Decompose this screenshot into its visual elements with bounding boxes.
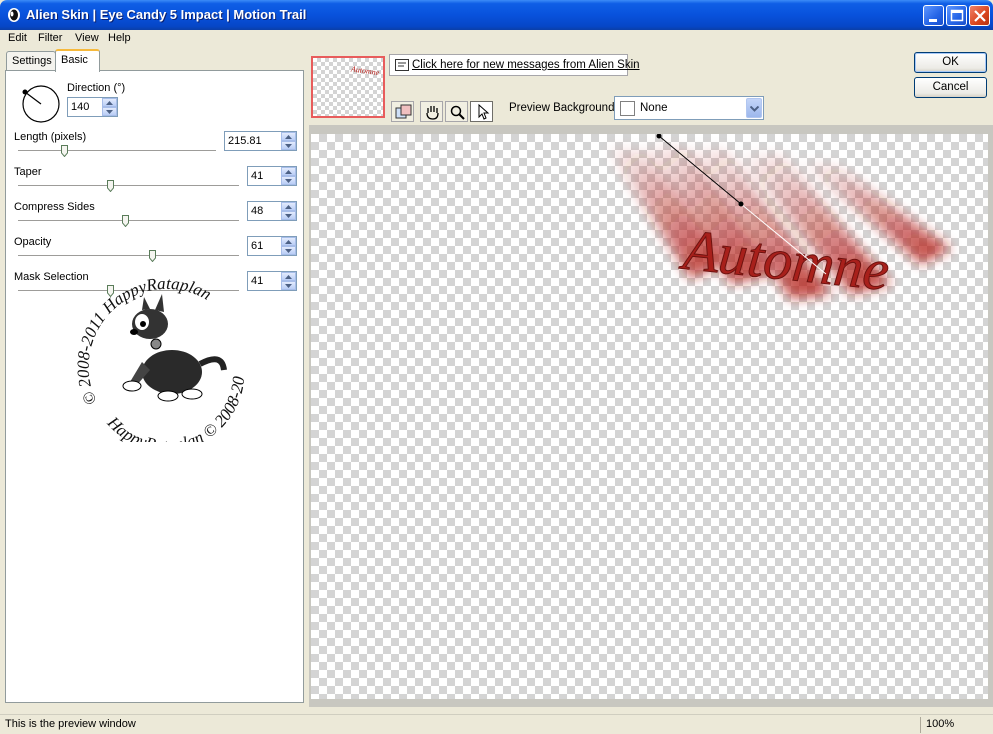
settings-tabs: Settings Basic: [0, 49, 305, 72]
menu-view[interactable]: View: [72, 31, 102, 45]
minimize-button[interactable]: [923, 5, 944, 26]
status-divider: [920, 717, 921, 733]
taper-slider-track[interactable]: [18, 185, 239, 187]
thumbnail-text: Automne: [349, 64, 380, 77]
length-up-arrow[interactable]: [281, 132, 296, 141]
opacity-spinner[interactable]: [247, 236, 297, 256]
opacity-up-arrow[interactable]: [281, 237, 296, 246]
preview-text: Automne: [676, 216, 892, 303]
watermark-logo: © 2008-2011 HappyRataplan HappyRataplan …: [72, 262, 248, 442]
messages-box[interactable]: Click here for new messages from Alien S…: [389, 54, 640, 76]
opacity-label: Opacity: [14, 236, 52, 248]
magnifier-icon: [450, 105, 465, 120]
taper-spinner[interactable]: [247, 166, 297, 186]
preview-toggle-button[interactable]: [391, 101, 414, 122]
logo-top-text: © 2008-2011 HappyRataplan: [74, 274, 215, 408]
status-text: This is the preview window: [5, 718, 136, 730]
mask-down-arrow[interactable]: [281, 281, 296, 290]
preview-background-label: Preview Background:: [509, 102, 618, 114]
before-after-icon: [395, 104, 412, 119]
menu-bar: Edit Filter View Help: [0, 30, 993, 48]
tab-basic[interactable]: Basic: [55, 49, 100, 72]
arrow-pointer-icon: [478, 104, 490, 120]
status-bar: This is the preview window 100%: [0, 714, 993, 734]
maximize-icon: [950, 9, 964, 22]
close-button[interactable]: [969, 5, 990, 26]
compress-up-arrow[interactable]: [281, 202, 296, 211]
length-slider-thumb[interactable]: [61, 145, 68, 157]
opacity-slider-thumb[interactable]: [149, 250, 156, 262]
alien-skin-icon: [8, 8, 20, 22]
ok-button[interactable]: OK: [914, 52, 987, 73]
direction-input[interactable]: [68, 98, 102, 116]
hand-tool-button[interactable]: [420, 101, 443, 122]
length-label: Length (pixels): [14, 131, 87, 143]
hand-icon: [426, 106, 439, 120]
dropdown-button[interactable]: [746, 98, 762, 118]
menu-help[interactable]: Help: [105, 31, 134, 45]
taper-input[interactable]: [248, 167, 281, 185]
minimize-icon: [929, 19, 937, 22]
length-slider-track[interactable]: [18, 150, 216, 152]
background-swatch: [620, 101, 635, 116]
close-icon: [974, 10, 986, 22]
compress-input[interactable]: [248, 202, 281, 220]
messages-link[interactable]: Click here for new messages from Alien S…: [412, 59, 640, 71]
zoom-tool-button[interactable]: [445, 101, 468, 122]
taper-down-arrow[interactable]: [281, 176, 296, 185]
taper-slider-thumb[interactable]: [107, 180, 114, 192]
pointer-tool-button[interactable]: [470, 101, 493, 122]
window-title: Alien Skin | Eye Candy 5 Impact | Motion…: [26, 7, 307, 22]
length-down-arrow[interactable]: [281, 141, 296, 150]
preview-background-select[interactable]: None: [614, 96, 764, 120]
direction-label: Direction (°): [67, 82, 126, 94]
length-input[interactable]: [225, 132, 281, 150]
chevron-down-icon: [750, 106, 759, 112]
title-bar[interactable]: Alien Skin | Eye Candy 5 Impact | Motion…: [0, 0, 993, 30]
menu-edit[interactable]: Edit: [5, 31, 30, 45]
maximize-button[interactable]: [946, 5, 967, 26]
compress-spinner[interactable]: [247, 201, 297, 221]
direction-up-arrow[interactable]: [102, 98, 117, 107]
zoom-level: 100%: [926, 718, 955, 730]
navigator-thumbnail[interactable]: Automne: [311, 56, 385, 118]
compress-down-arrow[interactable]: [281, 211, 296, 220]
preview-canvas[interactable]: Automne: [311, 134, 988, 699]
direction-spinner[interactable]: [67, 97, 118, 117]
compress-label: Compress Sides: [14, 201, 95, 213]
opacity-slider-track[interactable]: [18, 255, 239, 257]
compress-slider-thumb[interactable]: [122, 215, 129, 227]
cat-mascot-icon: [122, 294, 227, 402]
taper-label: Taper: [14, 166, 42, 178]
opacity-down-arrow[interactable]: [281, 246, 296, 255]
opacity-input[interactable]: [248, 237, 281, 255]
menu-filter[interactable]: Filter: [35, 31, 65, 45]
direction-dial[interactable]: [20, 83, 62, 125]
mask-up-arrow[interactable]: [281, 272, 296, 281]
cancel-button[interactable]: Cancel: [914, 77, 987, 98]
tab-settings[interactable]: Settings: [6, 51, 56, 71]
length-spinner[interactable]: [224, 131, 297, 151]
preview-background-value: None: [640, 102, 668, 114]
taper-up-arrow[interactable]: [281, 167, 296, 176]
message-icon: [395, 59, 409, 71]
direction-down-arrow[interactable]: [102, 107, 117, 116]
